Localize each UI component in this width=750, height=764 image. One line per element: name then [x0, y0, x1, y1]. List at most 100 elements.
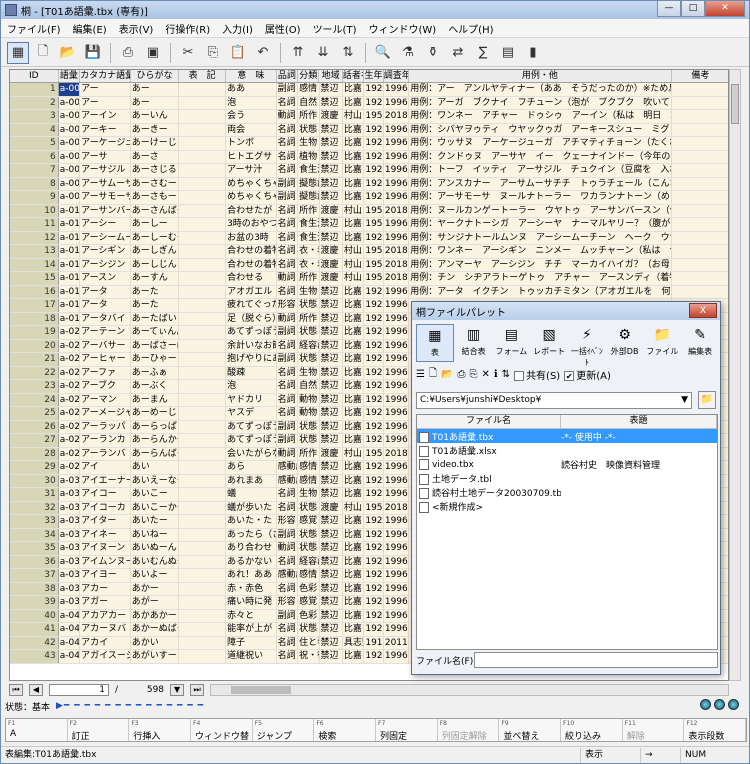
table-cell[interactable]: あいえーなー: [131, 474, 180, 487]
table-cell[interactable]: 禁辺: [320, 636, 343, 649]
table-cell[interactable]: 禁辺: [320, 123, 343, 136]
table-cell[interactable]: 1921: [364, 339, 384, 352]
table-cell[interactable]: あーひゃー: [131, 353, 180, 366]
filter-clear-icon[interactable]: ⚱: [422, 42, 444, 64]
table-cell[interactable]: あーめーじゃ: [131, 407, 180, 420]
table-cell[interactable]: 比嘉: [343, 434, 365, 447]
table-cell[interactable]: 名詞: [277, 137, 299, 150]
table-cell[interactable]: 名詞: [277, 204, 299, 217]
table-cell[interactable]: 植物: [298, 150, 320, 163]
table-cell[interactable]: a-02: [59, 366, 81, 379]
table-cell[interactable]: 1921: [364, 137, 384, 150]
table-cell[interactable]: 11: [10, 218, 59, 231]
table-cell[interactable]: [179, 231, 227, 244]
table-cell[interactable]: 所作: [298, 110, 320, 123]
column-header[interactable]: 分類: [298, 70, 320, 82]
function-key[interactable]: F4 ウィンドウ替: [191, 719, 253, 742]
table-cell[interactable]: 1921: [364, 569, 384, 582]
table-cell[interactable]: 1996: [384, 299, 410, 312]
table-cell[interactable]: 比嘉: [343, 650, 365, 663]
table-cell[interactable]: 名詞: [277, 150, 299, 163]
table-cell[interactable]: a-00: [59, 137, 81, 150]
table-cell[interactable]: 感情: [298, 569, 320, 582]
table-cell[interactable]: 24: [10, 393, 59, 406]
table-cell[interactable]: 比嘉: [343, 326, 365, 339]
table-cell[interactable]: [672, 191, 728, 204]
table-cell[interactable]: 動詞: [277, 272, 299, 285]
column-header[interactable]: カタカナ語彙: [80, 70, 131, 82]
palette-type-button[interactable]: ✎ 編集表: [682, 324, 718, 362]
table-cell[interactable]: 2: [10, 96, 59, 109]
table-cell[interactable]: アガー: [80, 596, 131, 609]
column-header[interactable]: 調査年: [384, 70, 410, 82]
table-cell[interactable]: あいねー: [131, 528, 180, 541]
table-cell[interactable]: 比嘉: [343, 542, 365, 555]
table-cell[interactable]: 村山: [343, 501, 365, 514]
table-cell[interactable]: あーまん: [131, 393, 180, 406]
table-cell[interactable]: [179, 488, 227, 501]
palette-type-button[interactable]: ▦ 表: [416, 324, 454, 362]
table-cell[interactable]: 名詞: [277, 258, 299, 271]
table-cell[interactable]: 禁辺: [320, 623, 343, 636]
table-cell[interactable]: 1996: [384, 623, 410, 636]
table-cell[interactable]: 動詞: [277, 312, 299, 325]
table-cell[interactable]: 名詞: [277, 339, 299, 352]
table-cell[interactable]: 祝・行: [298, 650, 320, 663]
table-cell[interactable]: 副詞: [277, 528, 299, 541]
table-cell[interactable]: 10: [10, 204, 59, 217]
table-cell[interactable]: あーらんばー: [131, 447, 180, 460]
table-cell[interactable]: 名詞: [277, 218, 299, 231]
table-cell[interactable]: 状態: [298, 420, 320, 433]
table-cell[interactable]: アーサムーサ: [80, 177, 131, 190]
column-header[interactable]: ひらがな: [131, 70, 180, 82]
table-cell[interactable]: 1921: [364, 353, 384, 366]
table-cell[interactable]: [672, 137, 728, 150]
table-cell[interactable]: 用例：チン シヂアラトーゲトゥ アチャー アースンディ（着物が: [409, 272, 672, 285]
copy-icon[interactable]: ⎘: [202, 42, 224, 64]
table-cell[interactable]: 用例：アーサモーサ ヌールナトーラー ワカランナトーン（めちゃ: [409, 191, 672, 204]
table-cell[interactable]: あかー: [131, 582, 180, 595]
column-header[interactable]: 話者名: [343, 70, 365, 82]
table-cell[interactable]: [179, 83, 227, 96]
table-cell[interactable]: 比嘉: [343, 218, 365, 231]
table-cell[interactable]: [179, 258, 227, 271]
table-cell[interactable]: あいた・た（形容: [226, 515, 277, 528]
table-cell[interactable]: あーた: [131, 285, 180, 298]
table-cell[interactable]: 用例：クンドゥヌ アーサヤ イー クェーナインドー（今年の アー: [409, 150, 672, 163]
table-cell[interactable]: 泡: [226, 380, 277, 393]
column-header[interactable]: 備考: [672, 70, 728, 82]
shared-checkbox[interactable]: 共有(S): [514, 367, 560, 382]
table-cell[interactable]: 比嘉: [343, 123, 365, 136]
table-cell[interactable]: 生物: [298, 285, 320, 298]
table-row[interactable]: 5a-00アーケージュあーけーじゅ トンボ名詞生物禁辺比嘉19211996用例：ウ…: [10, 137, 728, 151]
table-cell[interactable]: [179, 407, 227, 420]
table-cell[interactable]: [179, 528, 227, 541]
table-cell[interactable]: 1996: [384, 137, 410, 150]
table-cell[interactable]: お盆の3時: [226, 231, 277, 244]
table-cell[interactable]: 1921: [364, 407, 384, 420]
table-cell[interactable]: 比嘉: [343, 366, 365, 379]
table-cell[interactable]: 名詞: [277, 393, 299, 406]
table-cell[interactable]: 所作: [298, 272, 320, 285]
table-cell[interactable]: 色彩: [298, 609, 320, 622]
table-cell[interactable]: あれまあ: [226, 474, 277, 487]
table-cell[interactable]: 比嘉: [343, 164, 365, 177]
table-cell[interactable]: 動詞: [277, 447, 299, 460]
table-cell[interactable]: 1921: [364, 528, 384, 541]
table-cell[interactable]: 1996: [384, 150, 410, 163]
table-cell[interactable]: 1921: [364, 191, 384, 204]
table-cell[interactable]: 33: [10, 515, 59, 528]
last-record-button[interactable]: ⏭: [190, 684, 205, 696]
table-cell[interactable]: 比嘉: [343, 569, 365, 582]
table-cell[interactable]: 1921: [364, 123, 384, 136]
table-cell[interactable]: 19: [10, 326, 59, 339]
table-cell[interactable]: 用例：アータ イクチン トゥッカチミタン（アオガエルを 何匹も: [409, 285, 672, 298]
table-cell[interactable]: アイネー: [80, 528, 131, 541]
table-cell[interactable]: 13: [10, 245, 59, 258]
table-cell[interactable]: 比嘉: [343, 609, 365, 622]
table-cell[interactable]: [672, 205, 728, 218]
table-cell[interactable]: あるかない: [226, 555, 277, 568]
table-cell[interactable]: 1921: [364, 515, 384, 528]
table-row[interactable]: 6a-00アーサあーさ ヒトエグサ名詞植物禁辺比嘉19211996用例：クンドゥヌ…: [10, 150, 728, 164]
column-header[interactable]: 語彙: [59, 70, 81, 82]
